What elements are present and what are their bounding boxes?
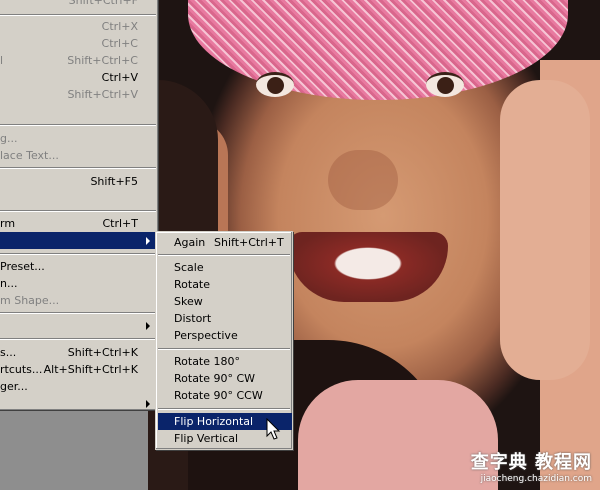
photo-region bbox=[256, 72, 294, 97]
submenu-item-rotate-180[interactable]: Rotate 180° bbox=[158, 353, 292, 370]
menu-separator bbox=[0, 14, 156, 16]
menu-item-label: n... bbox=[0, 277, 18, 290]
submenu-item-rotate-90-cw[interactable]: Rotate 90° CW bbox=[158, 370, 292, 387]
menu-item-shortcut: Shift+Ctrl+V bbox=[67, 88, 138, 101]
menu-item-preset-manager[interactable]: ger... bbox=[0, 378, 156, 395]
menu-item-label: Flip Horizontal bbox=[174, 415, 254, 428]
submenu-item-perspective[interactable]: Perspective bbox=[158, 327, 292, 344]
menu-item-shortcut: Ctrl+X bbox=[101, 20, 138, 33]
submenu-item-rotate-90-ccw[interactable]: Rotate 90° CCW bbox=[158, 387, 292, 404]
menu-separator bbox=[158, 254, 290, 256]
menu-item-free-transform[interactable]: rm Ctrl+T bbox=[0, 215, 156, 232]
photo-region bbox=[288, 232, 448, 302]
menu-item-purge[interactable] bbox=[0, 317, 156, 334]
menu-separator bbox=[0, 124, 156, 126]
menu-item-label: rm bbox=[0, 217, 16, 230]
menu-item-copy[interactable]: Ctrl+C bbox=[0, 35, 156, 52]
menu-separator bbox=[0, 167, 156, 169]
menu-item-copy-merged[interactable]: l Shift+Ctrl+C bbox=[0, 52, 156, 69]
submenu-arrow-icon bbox=[146, 400, 150, 408]
menu-item-label: Flip Vertical bbox=[174, 432, 239, 445]
menu-item-transform[interactable] bbox=[0, 232, 156, 249]
photo-region bbox=[328, 150, 398, 210]
menu-item-label: s... bbox=[0, 346, 17, 359]
menu-separator bbox=[0, 338, 156, 340]
menu-item-shortcut: Ctrl+T bbox=[102, 217, 138, 230]
menu-item-label: Again bbox=[174, 236, 206, 249]
menu-item-label: lace Text... bbox=[0, 149, 59, 162]
photo-region bbox=[188, 0, 568, 100]
watermark-title: 查字典 教程网 bbox=[470, 452, 592, 473]
menu-item-label: rtcuts... bbox=[0, 363, 43, 376]
mouse-pointer-icon bbox=[266, 418, 281, 440]
menu-item-label: m Shape... bbox=[0, 294, 60, 307]
menu-item-label: Rotate 90° CCW bbox=[174, 389, 263, 402]
menu-item-shortcut: Shift+Ctrl+K bbox=[67, 346, 138, 359]
submenu-item-scale[interactable]: Scale bbox=[158, 259, 292, 276]
submenu-arrow-icon bbox=[146, 237, 150, 245]
menu-item-label: l bbox=[0, 54, 4, 67]
menu-item-label: Preset... bbox=[0, 260, 45, 273]
submenu-arrow-icon bbox=[146, 322, 150, 330]
menu-item-keyboard-shortcuts[interactable]: rtcuts... Alt+Shift+Ctrl+K bbox=[0, 361, 156, 378]
menu-item-shortcut: Alt+Shift+Ctrl+K bbox=[43, 363, 138, 376]
submenu-item-rotate[interactable]: Rotate bbox=[158, 276, 292, 293]
menu-item-preferences[interactable] bbox=[0, 395, 156, 412]
menu-item-shortcut: Shift+Ctrl+C bbox=[67, 54, 138, 67]
watermark: 查字典 教程网 jiaocheng.chazidian.com bbox=[471, 448, 592, 484]
menu-item-shortcut: Shift+F5 bbox=[90, 175, 138, 188]
menu-item-check-spelling[interactable]: g... bbox=[0, 130, 156, 147]
photo-region bbox=[426, 72, 464, 97]
menu-item-define-brush-preset[interactable]: Preset... bbox=[0, 258, 156, 275]
menu-item-define-custom-shape[interactable]: m Shape... bbox=[0, 292, 156, 309]
menu-separator bbox=[0, 312, 156, 314]
submenu-item-again[interactable]: Again Shift+Ctrl+T bbox=[158, 234, 292, 251]
menu-item-label: Rotate 90° CW bbox=[174, 372, 256, 385]
menu-separator bbox=[0, 253, 156, 255]
menu-separator bbox=[158, 408, 290, 410]
menu-item-shortcut: Shift+Ctrl+T bbox=[214, 236, 284, 249]
menu-item-label: Rotate 180° bbox=[174, 355, 241, 368]
menu-item-label: Rotate bbox=[174, 278, 211, 291]
photo-region bbox=[500, 80, 590, 380]
menu-item-fill[interactable]: Shift+F5 bbox=[0, 173, 156, 190]
menu-item-label: ger... bbox=[0, 380, 28, 393]
menu-item-paste-into[interactable]: Shift+Ctrl+V bbox=[0, 86, 156, 103]
menu-item-color-settings[interactable]: s... Shift+Ctrl+K bbox=[0, 344, 156, 361]
menu-item-label: g... bbox=[0, 132, 18, 145]
menu-item-shortcut: Ctrl+V bbox=[101, 71, 138, 84]
menu-item-label: Skew bbox=[174, 295, 203, 308]
menu-item-define-pattern[interactable]: n... bbox=[0, 275, 156, 292]
menu-item-cut[interactable]: Ctrl+X bbox=[0, 18, 156, 35]
menu-item-paste[interactable]: Ctrl+V bbox=[0, 69, 156, 86]
menu-item-find-replace[interactable]: lace Text... bbox=[0, 147, 156, 164]
edit-menu: Shift+Ctrl+F Ctrl+X Ctrl+C l Shift+Ctrl+… bbox=[0, 0, 159, 411]
submenu-item-skew[interactable]: Skew bbox=[158, 293, 292, 310]
submenu-item-distort[interactable]: Distort bbox=[158, 310, 292, 327]
menu-item-label: Distort bbox=[174, 312, 212, 325]
watermark-url: jiaocheng.chazidian.com bbox=[480, 474, 592, 484]
menu-item-shortcut: Shift+Ctrl+F bbox=[68, 0, 138, 7]
photo-region bbox=[298, 380, 498, 490]
menu-separator bbox=[158, 348, 290, 350]
menu-item-label: Perspective bbox=[174, 329, 238, 342]
menu-item-shortcut: Ctrl+C bbox=[101, 37, 138, 50]
menu-item[interactable]: Shift+Ctrl+F bbox=[0, 0, 156, 9]
menu-separator bbox=[0, 210, 156, 212]
menu-item-label: Scale bbox=[174, 261, 204, 274]
